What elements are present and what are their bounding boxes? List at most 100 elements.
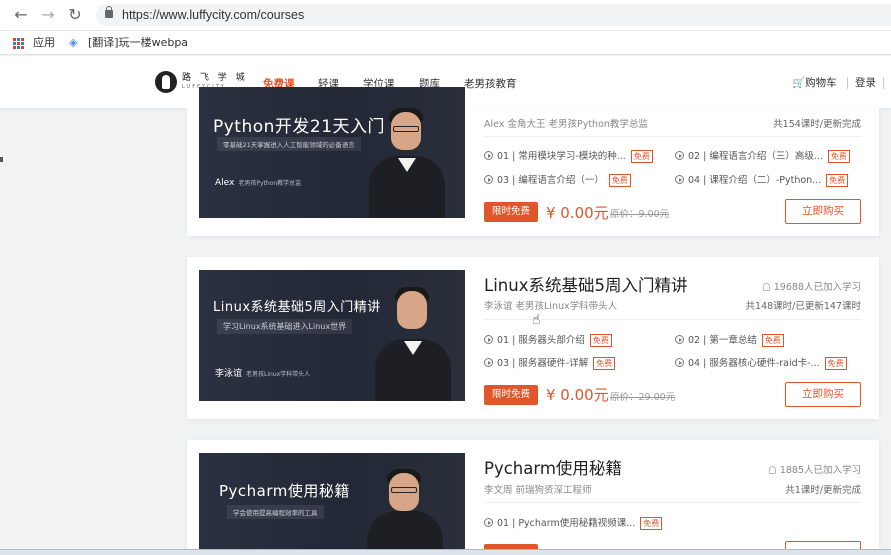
reload-icon[interactable]: ↻ — [66, 6, 84, 24]
buy-now-button[interactable]: 立即购买 — [785, 382, 861, 407]
play-icon — [484, 518, 493, 527]
course-banner[interactable]: Python开发21天入门 零基础21天掌握进入人工智能领域的必备语言 Alex… — [199, 87, 465, 218]
page-edge-mark — [0, 157, 3, 162]
lesson-link[interactable]: 01 | 常用模块学习-模块的种... 免费 — [484, 148, 653, 163]
banner-title: Pycharm使用秘籍 — [219, 482, 350, 500]
course-stats: 共154课时/更新完成 — [773, 119, 861, 130]
course-banner[interactable]: Linux系统基础5周入门精讲 学习Linux系统基础进入Linux世界 李泳谊… — [199, 270, 465, 401]
banner-author: Alex 老男孩Python教学总监 — [215, 178, 301, 188]
lesson-title: 04 | 课程介绍（二）-Python... — [688, 175, 822, 186]
cart-link[interactable]: 🛒购物车 — [792, 75, 837, 90]
learner-count-text: 1885人已加入学习 — [779, 465, 861, 476]
os-taskbar — [0, 549, 891, 555]
banner-subtitle: 学习Linux系统基础进入Linux世界 — [217, 319, 353, 334]
lesson-title: 01 | 服务器头部介绍 — [497, 335, 585, 346]
course-teacher: 李文周 前瑞狗资深工程师 — [484, 485, 592, 496]
learner-count: 1885人已加入学习 — [768, 462, 861, 476]
play-icon — [675, 175, 684, 184]
bookmarks-bar: 应用 ◈ [翻译]玩一楼webpa — [0, 31, 891, 55]
lesson-title: 01 | Pycharm使用秘籍视频课... — [497, 518, 636, 529]
user-icon — [768, 466, 776, 474]
course-title[interactable]: Linux系统基础5周入门精讲 — [484, 272, 687, 296]
play-icon — [675, 151, 684, 160]
lesson-title: 03 | 服务器硬件-详解 — [497, 358, 589, 369]
banner-author-role: 老男孩Linux学科带头人 — [246, 371, 311, 378]
translate-icon: ◈ — [69, 36, 78, 49]
play-icon — [675, 358, 684, 367]
forward-icon[interactable]: → — [39, 6, 57, 24]
course-title[interactable]: Pycharm使用秘籍 — [484, 455, 622, 479]
free-tag: 免费 — [824, 357, 847, 370]
url-field[interactable]: https://www.luffycity.com/courses — [96, 4, 891, 26]
course-teacher: 李泳谊 老男孩Linux学科带头人 — [484, 301, 618, 312]
banner-title: Linux系统基础5周入门精讲 — [213, 300, 381, 315]
browser-address-bar: ← → ↻ https://www.luffycity.com/courses — [0, 0, 891, 31]
banner-subtitle: 学会使用提高编程效率的工具 — [227, 505, 324, 519]
free-tag: 免费 — [593, 357, 616, 370]
lesson-link[interactable]: 01 | 服务器头部介绍 免费 — [484, 332, 612, 347]
lesson-link[interactable]: 03 | 编程语言介绍（一） 免费 — [484, 172, 631, 187]
login-link[interactable]: 登录 — [855, 75, 876, 90]
free-tag: 免费 — [761, 334, 784, 347]
original-price: 原价：29.00元 — [610, 392, 676, 403]
banner-subtitle: 零基础21天掌握进入人工智能领域的必备语言 — [217, 137, 361, 151]
course-card[interactable]: Linux系统基础5周入门精讲 学习Linux系统基础进入Linux世界 李泳谊… — [187, 257, 879, 419]
play-icon — [675, 335, 684, 344]
course-stats: 共148课时/已更新147课时 — [745, 301, 861, 312]
lock-icon — [105, 6, 113, 18]
lesson-title: 02 | 编程语言介绍（三）高级... — [688, 151, 823, 162]
free-tag: 免费 — [608, 174, 631, 187]
course-stats: 共1课时/更新完成 — [785, 485, 861, 496]
lesson-link[interactable]: 04 | 服务器核心硬件-raid卡-... 免费 — [675, 355, 847, 370]
course-teacher: Alex 金角大王 老男孩Python教学总监 — [484, 119, 648, 130]
nav-oldboy-education[interactable]: 老男孩教育 — [464, 76, 517, 91]
card-divider — [484, 136, 861, 137]
logo-text[interactable]: 路 飞 学 城 — [182, 70, 248, 83]
course-card[interactable]: Python开发21天入门 零基础21天掌握进入人工智能领域的必备语言 Alex… — [187, 87, 879, 236]
banner-title: Python开发21天入门 — [213, 117, 386, 137]
banner-author-role: 老男孩Python教学总监 — [238, 180, 302, 187]
lesson-title: 02 | 第一章总结 — [688, 335, 757, 346]
course-card[interactable]: Pycharm使用秘籍 学会使用提高编程效率的工具 Pycharm使用秘籍 18… — [187, 440, 879, 555]
play-icon — [484, 335, 493, 344]
lesson-title: 03 | 编程语言介绍（一） — [497, 175, 604, 186]
back-icon[interactable]: ← — [12, 6, 30, 24]
header-divider — [883, 77, 884, 89]
cart-label: 购物车 — [805, 77, 837, 89]
lesson-link[interactable]: 04 | 课程介绍（二）-Python... 免费 — [675, 172, 849, 187]
play-icon — [484, 175, 493, 184]
lesson-title: 04 | 服务器核心硬件-raid卡-... — [688, 358, 820, 369]
cart-icon: 🛒 — [792, 77, 806, 89]
banner-author: 李泳谊 老男孩Linux学科带头人 — [215, 366, 310, 379]
learner-count-text: 19688人已加入学习 — [773, 282, 861, 293]
banner-author-name: 李泳谊 — [215, 369, 243, 379]
bookmark-apps[interactable]: 应用 — [33, 31, 55, 55]
instructor-photo — [375, 283, 451, 401]
logo-icon[interactable] — [155, 71, 177, 93]
course-banner[interactable]: Pycharm使用秘籍 学会使用提高编程效率的工具 — [199, 453, 465, 555]
course-price: ¥ 0.00元 — [546, 204, 609, 222]
card-divider — [484, 502, 861, 503]
user-icon — [762, 283, 770, 291]
mouse-cursor-icon: ☝ — [532, 312, 541, 328]
play-icon — [484, 151, 493, 160]
free-tag: 免费 — [640, 517, 663, 530]
instructor-photo — [367, 467, 443, 555]
lesson-link[interactable]: 02 | 第一章总结 免费 — [675, 332, 784, 347]
lesson-title: 01 | 常用模块学习-模块的种... — [497, 151, 626, 162]
header-divider — [847, 77, 848, 89]
limited-free-badge: 限时免费 — [484, 385, 538, 405]
lesson-link[interactable]: 01 | Pycharm使用秘籍视频课... 免费 — [484, 515, 663, 530]
play-icon — [484, 358, 493, 367]
course-price: ¥ 0.00元 — [546, 386, 609, 404]
learner-count: 19688人已加入学习 — [762, 279, 861, 293]
buy-now-button[interactable]: 立即购买 — [785, 199, 861, 224]
free-tag: 免费 — [827, 150, 850, 163]
bookmark-translate[interactable]: [翻译]玩一楼webpa — [88, 31, 188, 55]
free-tag: 免费 — [826, 174, 849, 187]
apps-icon[interactable] — [13, 38, 24, 49]
free-tag: 免费 — [630, 150, 653, 163]
lesson-link[interactable]: 03 | 服务器硬件-详解 免费 — [484, 355, 616, 370]
free-tag: 免费 — [589, 334, 612, 347]
lesson-link[interactable]: 02 | 编程语言介绍（三）高级... 免费 — [675, 148, 850, 163]
